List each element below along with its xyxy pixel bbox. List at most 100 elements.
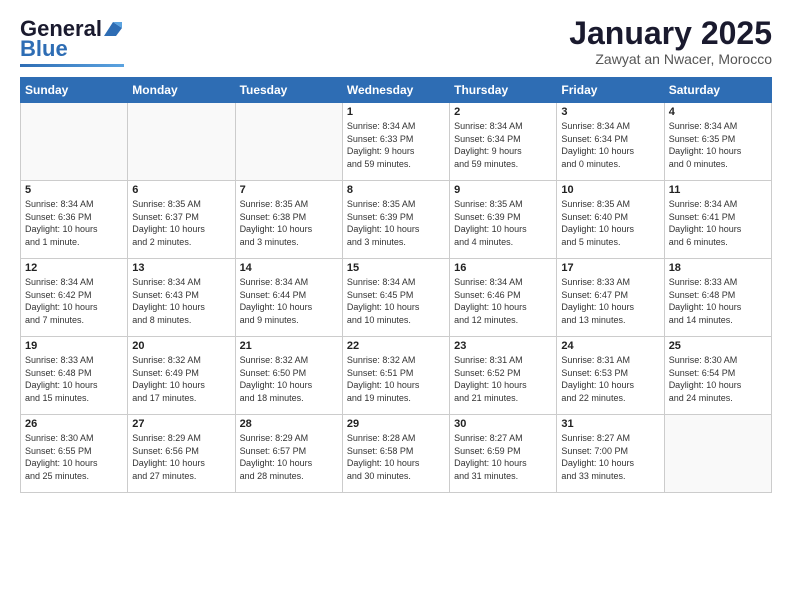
calendar-day: 5 Sunrise: 8:34 AMSunset: 6:36 PMDaylight… — [21, 181, 128, 259]
calendar-day: 7 Sunrise: 8:35 AMSunset: 6:38 PMDaylight… — [235, 181, 342, 259]
calendar-day: 30Sunrise: 8:27 AMSunset: 6:59 PMDayligh… — [450, 415, 557, 493]
day-number: 5 — [25, 184, 123, 196]
day-info: Sunrise: 8:31 AMSunset: 6:52 PMDaylight:… — [454, 354, 552, 404]
calendar-week-2: 5 Sunrise: 8:34 AMSunset: 6:36 PMDaylight… — [21, 181, 772, 259]
day-info: Sunrise: 8:35 AMSunset: 6:38 PMDaylight:… — [240, 198, 338, 248]
day-number: 9 — [454, 184, 552, 196]
calendar-day: 17Sunrise: 8:33 AMSunset: 6:47 PMDayligh… — [557, 259, 664, 337]
day-info: Sunrise: 8:32 AMSunset: 6:50 PMDaylight:… — [240, 354, 338, 404]
day-number: 15 — [347, 262, 445, 274]
calendar-week-3: 12Sunrise: 8:34 AMSunset: 6:42 PMDayligh… — [21, 259, 772, 337]
day-number: 7 — [240, 184, 338, 196]
calendar-day: 12Sunrise: 8:34 AMSunset: 6:42 PMDayligh… — [21, 259, 128, 337]
day-info: Sunrise: 8:34 AMSunset: 6:43 PMDaylight:… — [132, 276, 230, 326]
calendar-day: 20 Sunrise: 8:32 AMSunset: 6:49 PMDayligh… — [128, 337, 235, 415]
day-info: Sunrise: 8:34 AMSunset: 6:34 PMDaylight:… — [454, 120, 552, 170]
day-number: 12 — [25, 262, 123, 274]
day-number: 21 — [240, 340, 338, 352]
calendar-day: 9 Sunrise: 8:35 AMSunset: 6:39 PMDaylight… — [450, 181, 557, 259]
day-info: Sunrise: 8:34 AMSunset: 6:44 PMDaylight:… — [240, 276, 338, 326]
day-info: Sunrise: 8:34 AMSunset: 6:35 PMDaylight:… — [669, 120, 767, 170]
day-info: Sunrise: 8:35 AMSunset: 6:40 PMDaylight:… — [561, 198, 659, 248]
day-number: 19 — [25, 340, 123, 352]
day-number: 14 — [240, 262, 338, 274]
day-number: 22 — [347, 340, 445, 352]
day-number: 3 — [561, 106, 659, 118]
logo: General Blue — [20, 16, 124, 67]
calendar-day: 6 Sunrise: 8:35 AMSunset: 6:37 PMDaylight… — [128, 181, 235, 259]
col-sunday: Sunday — [21, 78, 128, 103]
calendar-day: 24Sunrise: 8:31 AMSunset: 6:53 PMDayligh… — [557, 337, 664, 415]
calendar-day: 23 Sunrise: 8:31 AMSunset: 6:52 PMDayligh… — [450, 337, 557, 415]
day-info: Sunrise: 8:35 AMSunset: 6:37 PMDaylight:… — [132, 198, 230, 248]
calendar-day: 25Sunrise: 8:30 AMSunset: 6:54 PMDayligh… — [664, 337, 771, 415]
day-info: Sunrise: 8:33 AMSunset: 6:48 PMDaylight:… — [669, 276, 767, 326]
day-info: Sunrise: 8:35 AMSunset: 6:39 PMDaylight:… — [347, 198, 445, 248]
col-monday: Monday — [128, 78, 235, 103]
calendar-week-1: 1 Sunrise: 8:34 AMSunset: 6:33 PMDaylight… — [21, 103, 772, 181]
day-info: Sunrise: 8:34 AMSunset: 6:46 PMDaylight:… — [454, 276, 552, 326]
day-number: 17 — [561, 262, 659, 274]
calendar-day: 13 Sunrise: 8:34 AMSunset: 6:43 PMDayligh… — [128, 259, 235, 337]
header: General Blue January 2025 Zawyat an Nwac… — [20, 16, 772, 67]
calendar-day: 19 Sunrise: 8:33 AMSunset: 6:48 PMDayligh… — [21, 337, 128, 415]
day-number: 23 — [454, 340, 552, 352]
day-number: 8 — [347, 184, 445, 196]
day-number: 6 — [132, 184, 230, 196]
day-info: Sunrise: 8:34 AMSunset: 6:45 PMDaylight:… — [347, 276, 445, 326]
calendar-day: 27 Sunrise: 8:29 AMSunset: 6:56 PMDayligh… — [128, 415, 235, 493]
logo-underline — [20, 64, 124, 67]
calendar-day: 21 Sunrise: 8:32 AMSunset: 6:50 PMDayligh… — [235, 337, 342, 415]
day-info: Sunrise: 8:34 AMSunset: 6:33 PMDaylight:… — [347, 120, 445, 170]
day-number: 13 — [132, 262, 230, 274]
day-number: 26 — [25, 418, 123, 430]
calendar-day: 8 Sunrise: 8:35 AMSunset: 6:39 PMDaylight… — [342, 181, 449, 259]
day-info: Sunrise: 8:34 AMSunset: 6:36 PMDaylight:… — [25, 198, 123, 248]
calendar-day: 11 Sunrise: 8:34 AMSunset: 6:41 PMDayligh… — [664, 181, 771, 259]
day-info: Sunrise: 8:27 AMSunset: 6:59 PMDaylight:… — [454, 432, 552, 482]
calendar-day: 26Sunrise: 8:30 AMSunset: 6:55 PMDayligh… — [21, 415, 128, 493]
col-thursday: Thursday — [450, 78, 557, 103]
calendar-day — [235, 103, 342, 181]
calendar-day: 10 Sunrise: 8:35 AMSunset: 6:40 PMDayligh… — [557, 181, 664, 259]
day-info: Sunrise: 8:29 AMSunset: 6:56 PMDaylight:… — [132, 432, 230, 482]
calendar-day: 29Sunrise: 8:28 AMSunset: 6:58 PMDayligh… — [342, 415, 449, 493]
day-info: Sunrise: 8:35 AMSunset: 6:39 PMDaylight:… — [454, 198, 552, 248]
day-info: Sunrise: 8:28 AMSunset: 6:58 PMDaylight:… — [347, 432, 445, 482]
day-number: 11 — [669, 184, 767, 196]
logo-text-blue: Blue — [20, 36, 68, 62]
calendar-day: 18Sunrise: 8:33 AMSunset: 6:48 PMDayligh… — [664, 259, 771, 337]
day-info: Sunrise: 8:34 AMSunset: 6:34 PMDaylight:… — [561, 120, 659, 170]
calendar-day: 2 Sunrise: 8:34 AMSunset: 6:34 PMDaylight… — [450, 103, 557, 181]
calendar-day: 14 Sunrise: 8:34 AMSunset: 6:44 PMDayligh… — [235, 259, 342, 337]
calendar-day: 22Sunrise: 8:32 AMSunset: 6:51 PMDayligh… — [342, 337, 449, 415]
day-number: 4 — [669, 106, 767, 118]
calendar-day: 28Sunrise: 8:29 AMSunset: 6:57 PMDayligh… — [235, 415, 342, 493]
col-wednesday: Wednesday — [342, 78, 449, 103]
calendar-day — [128, 103, 235, 181]
logo-icon — [102, 18, 124, 40]
col-saturday: Saturday — [664, 78, 771, 103]
calendar-title: January 2025 — [569, 16, 772, 51]
calendar-day: 15 Sunrise: 8:34 AMSunset: 6:45 PMDayligh… — [342, 259, 449, 337]
col-tuesday: Tuesday — [235, 78, 342, 103]
calendar-subtitle: Zawyat an Nwacer, Morocco — [569, 51, 772, 67]
day-number: 2 — [454, 106, 552, 118]
day-number: 1 — [347, 106, 445, 118]
calendar-day: 4 Sunrise: 8:34 AMSunset: 6:35 PMDaylight… — [664, 103, 771, 181]
day-info: Sunrise: 8:32 AMSunset: 6:49 PMDaylight:… — [132, 354, 230, 404]
day-number: 27 — [132, 418, 230, 430]
header-row: Sunday Monday Tuesday Wednesday Thursday… — [21, 78, 772, 103]
calendar-day: 16 Sunrise: 8:34 AMSunset: 6:46 PMDayligh… — [450, 259, 557, 337]
day-info: Sunrise: 8:33 AMSunset: 6:48 PMDaylight:… — [25, 354, 123, 404]
day-number: 10 — [561, 184, 659, 196]
day-number: 25 — [669, 340, 767, 352]
day-info: Sunrise: 8:27 AMSunset: 7:00 PMDaylight:… — [561, 432, 659, 482]
day-number: 16 — [454, 262, 552, 274]
day-info: Sunrise: 8:34 AMSunset: 6:41 PMDaylight:… — [669, 198, 767, 248]
calendar-day — [21, 103, 128, 181]
page: General Blue January 2025 Zawyat an Nwac… — [0, 0, 792, 503]
day-number: 20 — [132, 340, 230, 352]
calendar-day: 1 Sunrise: 8:34 AMSunset: 6:33 PMDaylight… — [342, 103, 449, 181]
title-block: January 2025 Zawyat an Nwacer, Morocco — [569, 16, 772, 67]
